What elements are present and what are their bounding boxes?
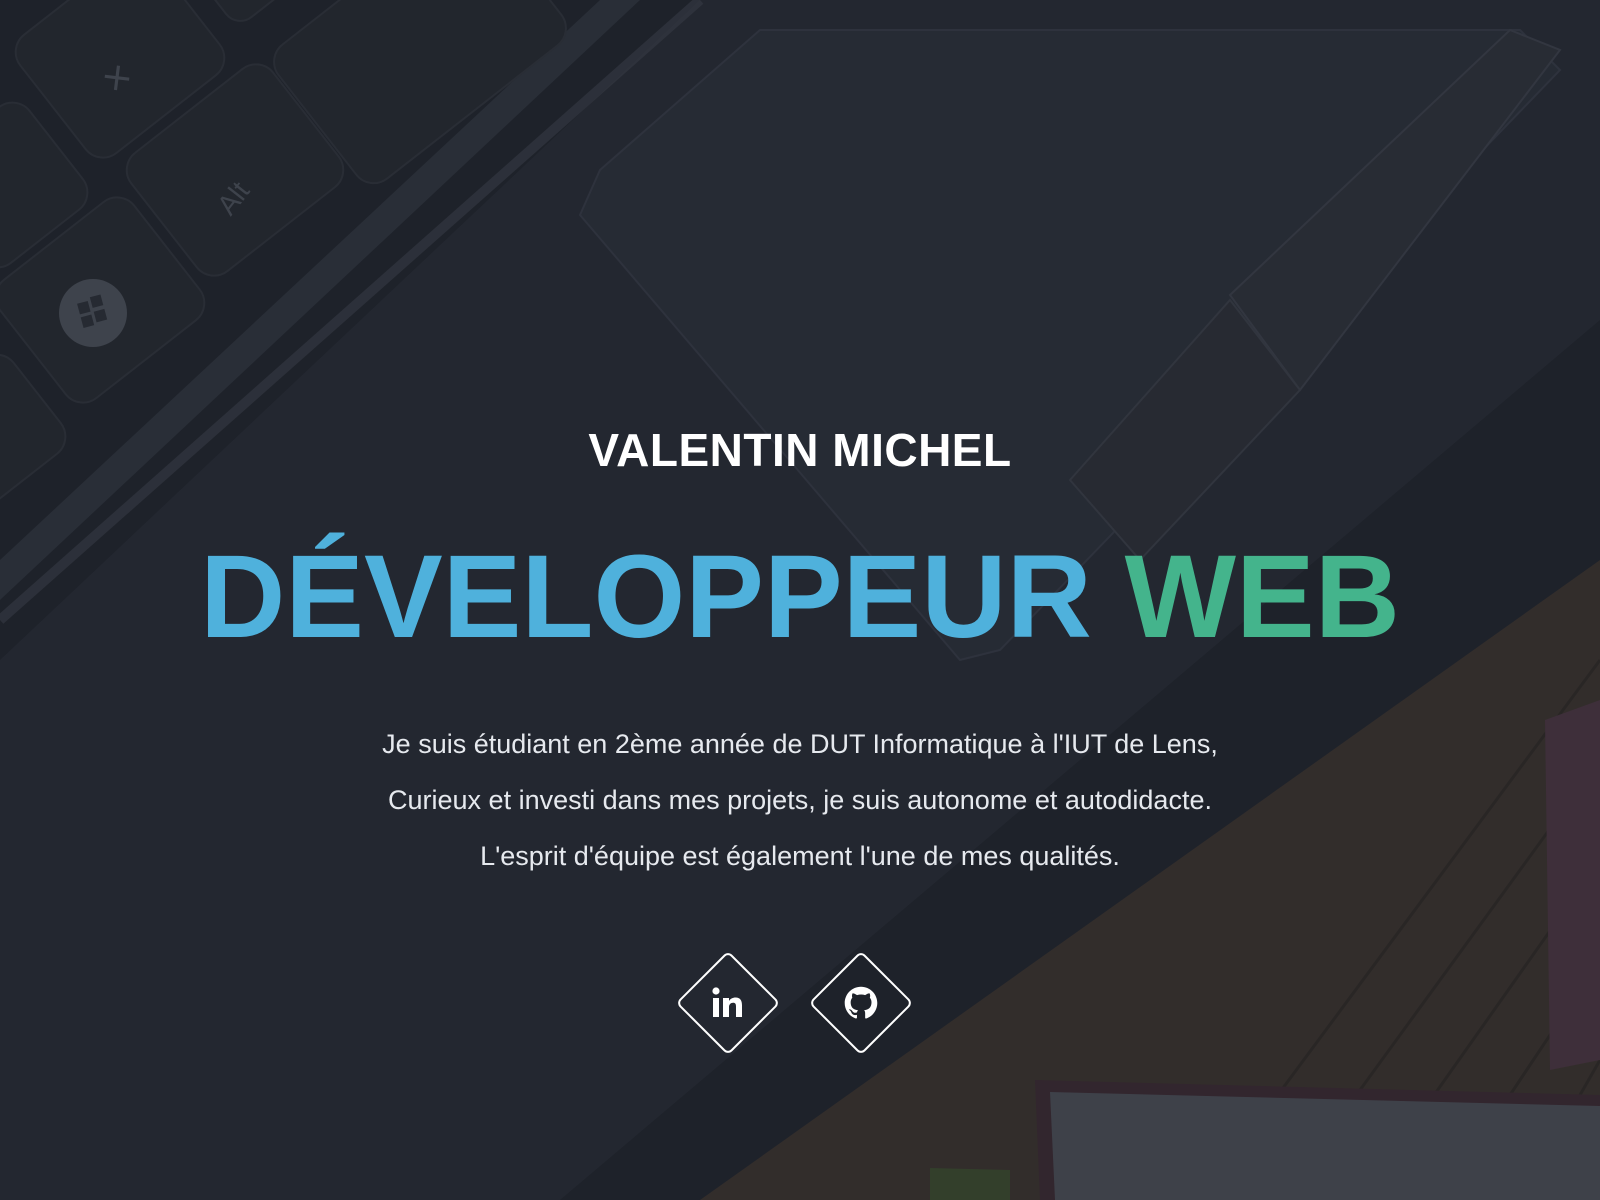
- social-links: [0, 948, 1600, 1058]
- github-icon: [841, 983, 881, 1023]
- linkedin-button[interactable]: [675, 950, 781, 1056]
- headline-part-developpeur: DÉVELOPPEUR: [200, 531, 1092, 663]
- bio-line: Je suis étudiant en 2ème année de DUT In…: [382, 729, 1218, 759]
- github-button[interactable]: [808, 950, 914, 1056]
- person-name: VALENTIN MICHEL: [588, 424, 1012, 476]
- bio-line: Curieux et investi dans mes projets, je …: [388, 785, 1212, 815]
- linkedin-icon: [708, 983, 748, 1023]
- headline-part-web: WEB: [1124, 531, 1400, 663]
- bio-text: Je suis étudiant en 2ème année de DUT In…: [0, 716, 1600, 884]
- headline: DÉVELOPPEUR WEB: [0, 532, 1600, 662]
- hero-section: × Alt VALENTIN MICHEL DÉVELOPPEUR WEB Je…: [0, 0, 1600, 1200]
- hero-content: VALENTIN MICHEL DÉVELOPPEUR WEB Je suis …: [0, 0, 1600, 1200]
- bio-line: L'esprit d'équipe est également l'une de…: [480, 841, 1120, 871]
